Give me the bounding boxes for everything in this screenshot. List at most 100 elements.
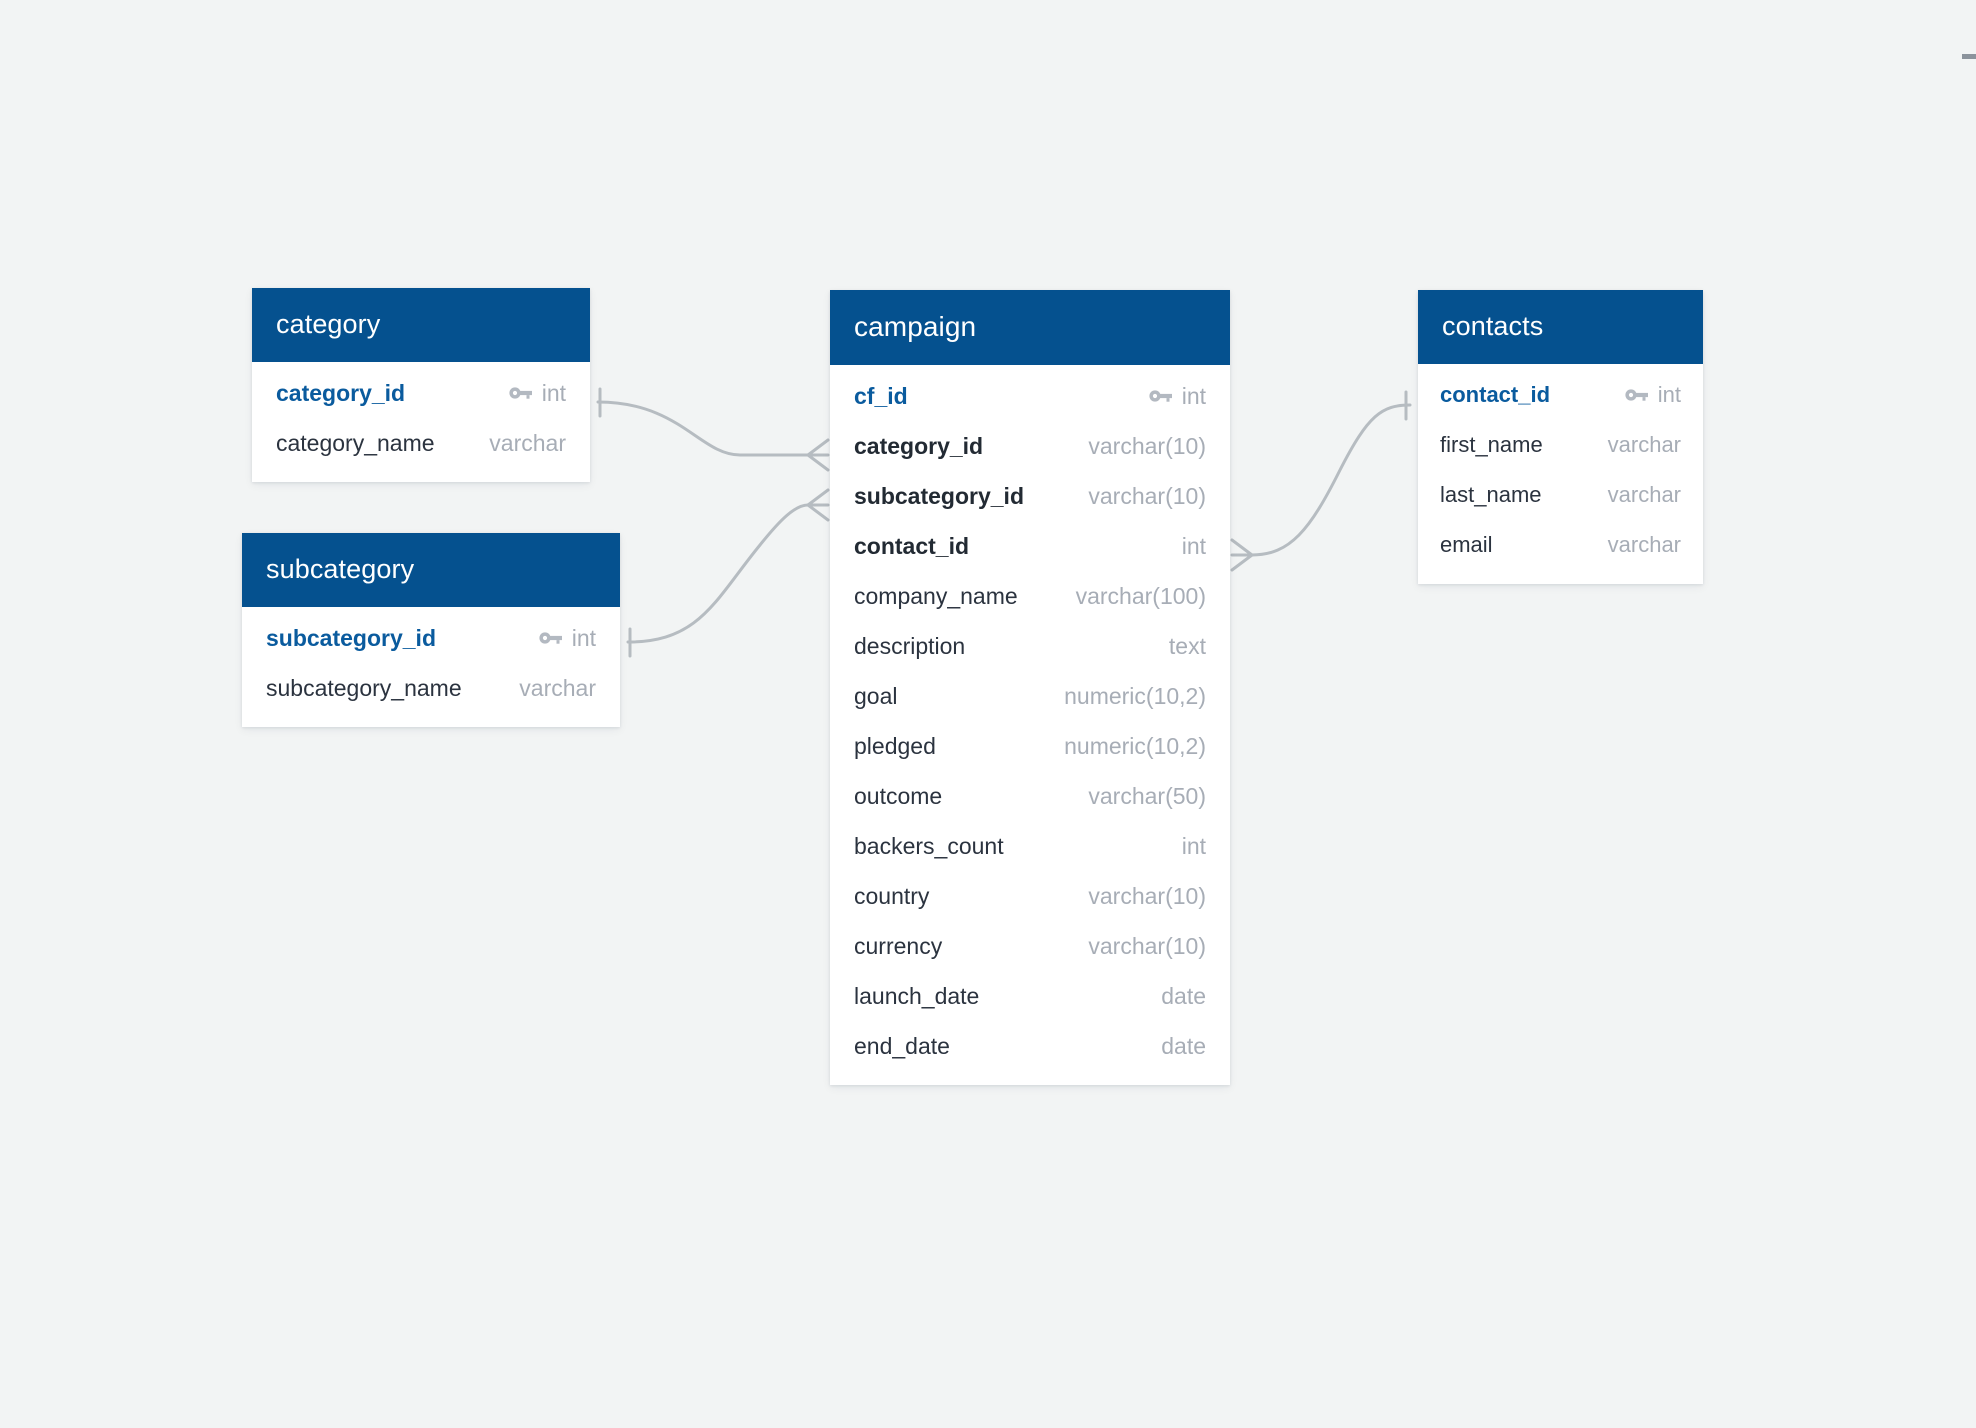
field-type: int xyxy=(1181,532,1206,559)
field-row[interactable]: contact_id int xyxy=(830,521,1230,571)
field-row[interactable]: subcategory_id varchar(10) xyxy=(830,471,1230,521)
field-name: subcategory_id xyxy=(266,624,436,651)
field-name: subcategory_id xyxy=(854,482,1024,509)
field-name: cf_id xyxy=(854,382,908,409)
field-row[interactable]: goal numeric(10,2) xyxy=(830,671,1230,721)
key-icon xyxy=(1149,388,1173,404)
field-meta: date xyxy=(1161,1032,1206,1059)
key-icon xyxy=(539,630,563,646)
field-type: date xyxy=(1161,1032,1206,1059)
field-name: subcategory_name xyxy=(266,674,462,701)
field-type: varchar xyxy=(1607,532,1681,557)
field-row[interactable]: category_name varchar xyxy=(252,418,590,468)
entity-header-campaign: campaign xyxy=(830,290,1230,365)
field-name: last_name xyxy=(1440,482,1542,507)
field-meta: varchar xyxy=(489,429,566,456)
field-row[interactable]: backers_count int xyxy=(830,821,1230,871)
field-type: text xyxy=(1168,632,1206,659)
field-meta: int xyxy=(1181,832,1206,859)
field-meta: varchar xyxy=(519,674,596,701)
entity-fields-subcategory: subcategory_id int subcategory_name varc… xyxy=(242,607,620,727)
field-type: varchar(50) xyxy=(1088,782,1206,809)
key-icon xyxy=(509,385,533,401)
field-row[interactable]: pledged numeric(10,2) xyxy=(830,721,1230,771)
field-name: description xyxy=(854,632,966,659)
field-name: pledged xyxy=(854,732,936,759)
entity-table-subcategory[interactable]: subcategory subcategory_id int subcatego… xyxy=(242,533,620,727)
field-meta: numeric(10,2) xyxy=(1064,734,1206,758)
field-type: varchar(10) xyxy=(1088,932,1206,959)
field-meta: int xyxy=(1625,384,1681,406)
key-icon xyxy=(1625,387,1649,403)
field-row[interactable]: description text xyxy=(830,621,1230,671)
field-row[interactable]: currency varchar(10) xyxy=(830,921,1230,971)
field-name: email xyxy=(1440,532,1493,557)
erd-canvas: category category_id int category_name v… xyxy=(0,0,1976,1428)
field-row[interactable]: email varchar xyxy=(1418,520,1703,570)
field-row[interactable]: outcome varchar(50) xyxy=(830,771,1230,821)
field-row[interactable]: category_id int xyxy=(252,368,590,418)
field-row[interactable]: subcategory_name varchar xyxy=(242,663,620,713)
entity-table-category[interactable]: category category_id int category_name v… xyxy=(252,288,590,482)
relationship-category-to-campaign xyxy=(596,387,830,472)
field-row[interactable]: first_name varchar xyxy=(1418,420,1703,470)
field-name: company_name xyxy=(854,582,1018,609)
field-type: int xyxy=(541,379,566,406)
field-meta: int xyxy=(539,624,596,651)
field-name: contact_id xyxy=(1440,382,1551,407)
entity-fields-contacts: contact_id int first_name varchar last_n… xyxy=(1418,364,1703,584)
field-type: varchar xyxy=(1607,482,1681,507)
field-row[interactable]: launch_date date xyxy=(830,971,1230,1021)
field-type: varchar xyxy=(489,429,566,456)
field-meta: varchar(10) xyxy=(1088,932,1206,959)
field-row[interactable]: contact_id int xyxy=(1418,370,1703,420)
field-name: category_name xyxy=(276,429,435,456)
field-meta: varchar(10) xyxy=(1088,432,1206,459)
field-meta: text xyxy=(1168,632,1206,659)
field-type: int xyxy=(1181,832,1206,859)
field-meta: int xyxy=(509,379,566,406)
field-meta: int xyxy=(1181,532,1206,559)
field-row[interactable]: country varchar(10) xyxy=(830,871,1230,921)
field-name: launch_date xyxy=(854,982,980,1009)
field-name: contact_id xyxy=(854,532,970,559)
entity-table-campaign[interactable]: campaign cf_id int category_id varchar(1… xyxy=(830,290,1230,1085)
field-row[interactable]: cf_id int xyxy=(830,371,1230,421)
field-type: int xyxy=(1181,382,1206,409)
entity-header-subcategory: subcategory xyxy=(242,533,620,607)
field-meta: int xyxy=(1149,382,1206,409)
field-type: varchar xyxy=(1607,432,1681,457)
field-meta: varchar xyxy=(1608,434,1681,456)
field-type: varchar(10) xyxy=(1088,482,1206,509)
entity-table-contacts[interactable]: contacts contact_id int first_name varch… xyxy=(1418,290,1703,584)
field-row[interactable]: company_name varchar(100) xyxy=(830,571,1230,621)
field-meta: varchar(50) xyxy=(1088,782,1206,809)
field-meta: varchar(100) xyxy=(1076,584,1206,608)
relationship-contacts-to-campaign xyxy=(1230,390,1412,572)
field-type: varchar xyxy=(519,674,596,701)
field-meta: varchar xyxy=(1608,484,1681,506)
field-type: int xyxy=(571,624,596,651)
field-type: date xyxy=(1161,982,1206,1009)
field-meta: varchar(10) xyxy=(1088,882,1206,909)
field-name: first_name xyxy=(1440,432,1543,457)
field-meta: varchar xyxy=(1608,534,1681,556)
field-row[interactable]: last_name varchar xyxy=(1418,470,1703,520)
entity-fields-campaign: cf_id int category_id varchar(10) subcat… xyxy=(830,365,1230,1085)
field-row[interactable]: subcategory_id int xyxy=(242,613,620,663)
field-type: numeric(10,2) xyxy=(1064,682,1206,709)
relationship-subcategory-to-campaign xyxy=(626,488,830,658)
field-name: category_id xyxy=(854,432,984,459)
field-name: backers_count xyxy=(854,832,1004,859)
field-row[interactable]: end_date date xyxy=(830,1021,1230,1071)
entity-header-contacts: contacts xyxy=(1418,290,1703,364)
field-row[interactable]: category_id varchar(10) xyxy=(830,421,1230,471)
corner-artifact xyxy=(1962,54,1976,59)
field-type: varchar(10) xyxy=(1088,432,1206,459)
field-meta: varchar(10) xyxy=(1088,482,1206,509)
field-meta: date xyxy=(1161,982,1206,1009)
field-name: end_date xyxy=(854,1032,950,1059)
field-name: currency xyxy=(854,932,943,959)
field-type: varchar(10) xyxy=(1088,882,1206,909)
field-name: country xyxy=(854,882,930,909)
